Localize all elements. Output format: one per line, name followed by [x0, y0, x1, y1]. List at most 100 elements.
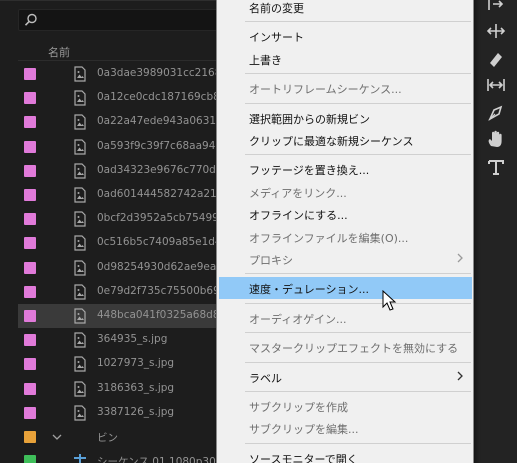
menu-item-label: サブクリップを作成 [249, 401, 348, 414]
menu-item-label: ラベル [249, 371, 282, 385]
label-color-chip[interactable] [24, 92, 36, 105]
hand-icon[interactable] [485, 128, 507, 150]
menu-separator [245, 442, 471, 444]
menu-item[interactable]: オートリフレームシーケンス... [219, 77, 472, 99]
label-color-chip[interactable] [24, 213, 36, 226]
image-file-icon [72, 163, 88, 179]
item-name: 0e79d2f735c75500b69e [97, 284, 227, 297]
menu-item[interactable]: インサート [219, 25, 472, 47]
menu-item[interactable]: 速度・デュレーション... [219, 277, 472, 300]
image-file-icon [72, 380, 88, 397]
menu-item-label: サブクリップを編集... [249, 423, 359, 437]
search-icon [24, 13, 37, 26]
menu-item-label: オートリフレームシーケンス... [249, 83, 402, 97]
label-color-chip[interactable] [24, 382, 36, 395]
menu-item-label: ソースモニターで開く [249, 452, 358, 463]
item-name: 0a593f9c39f7c68aa94b5 [97, 139, 229, 152]
label-color-chip[interactable] [24, 261, 36, 274]
label-color-chip[interactable] [24, 358, 36, 371]
label-color-chip[interactable] [24, 68, 36, 80]
menu-item[interactable]: ラベル [219, 366, 472, 388]
label-color-chip[interactable] [24, 116, 36, 129]
label-color-chip[interactable] [24, 455, 36, 463]
menu-separator [245, 332, 471, 334]
menu-item[interactable]: フッテージを置き換え... [219, 158, 472, 180]
image-file-icon [72, 332, 88, 348]
item-name: 3186363_s.jpg [97, 381, 175, 394]
menu-item[interactable]: オフラインファイルを編集(O)... [219, 226, 472, 248]
slip-icon[interactable] [485, 74, 507, 96]
item-name: 0a3dae3989031cc2168c [97, 67, 228, 79]
label-color-chip[interactable] [24, 406, 36, 419]
menu-item[interactable]: マスタークリップエフェクトを無効にする [219, 336, 472, 358]
item-name: 0a12ce0cdc187169cb88 [97, 91, 227, 104]
image-file-icon [72, 90, 88, 106]
menu-item[interactable]: 上書き [219, 48, 472, 70]
tools-panel [472, 0, 517, 463]
item-name: 0d98254930d62ae9ea18 [97, 260, 230, 273]
menu-item[interactable]: ソースモニターで開く [219, 447, 472, 463]
label-color-chip[interactable] [24, 237, 36, 250]
label-color-chip[interactable] [24, 334, 36, 347]
menu-item[interactable]: オフラインにする... [219, 203, 472, 225]
menu-separator [245, 273, 471, 275]
mouse-cursor-icon [382, 290, 397, 311]
image-file-icon [72, 259, 88, 276]
item-name: 0ad601444582742a2196 [97, 188, 231, 200]
image-file-icon [72, 235, 88, 251]
menu-item-label: オフラインファイルを編集(O)... [249, 231, 409, 245]
menu-item-label: フッテージを置き換え... [249, 164, 370, 178]
menu-item[interactable]: 名前の変更 [219, 0, 472, 18]
menu-separator [245, 361, 471, 363]
menu-item-label: 名前の変更 [249, 2, 304, 15]
label-color-chip[interactable] [24, 140, 36, 153]
name-column-header[interactable]: 名前 [48, 44, 70, 60]
menu-item[interactable]: サブクリップを作成 [219, 395, 472, 417]
menu-item[interactable]: プロキシ [219, 248, 472, 270]
menu-item[interactable]: サブクリップを編集... [219, 417, 472, 439]
item-name: 1027973_s.jpg [97, 357, 175, 370]
image-file-icon [72, 284, 88, 300]
image-file-icon [72, 211, 88, 227]
context-menu: 名前の変更インサート上書きオートリフレームシーケンス... 選択範囲からの新規ビン… [216, 0, 474, 463]
menu-separator [245, 154, 471, 156]
label-color-chip[interactable] [24, 431, 36, 443]
item-name: 0bcf2d3952a5cb754991a [97, 212, 232, 225]
item-name: 0ad34323e9676c770d62 [97, 163, 230, 176]
label-color-chip[interactable] [24, 164, 36, 177]
ripple-edit-icon[interactable] [485, 20, 507, 42]
item-name: 448bca041f0325a68d83 [97, 309, 227, 321]
item-name: 3387126_s.jpg [97, 405, 175, 418]
image-file-icon [72, 187, 88, 203]
menu-item[interactable]: クリップに最適な新規シーケンス [219, 129, 472, 151]
chevron-right-icon [456, 252, 464, 267]
image-file-icon [72, 356, 88, 372]
label-color-chip[interactable] [24, 189, 36, 201]
menu-item-label: メディアをリンク... [249, 186, 347, 200]
menu-item-label: 上書き [249, 53, 282, 67]
menu-separator [245, 73, 471, 75]
label-color-chip[interactable] [24, 285, 36, 298]
image-file-icon [72, 114, 88, 130]
image-file-icon [72, 138, 88, 155]
label-color-chip[interactable] [24, 310, 36, 322]
menu-item[interactable]: オーディオゲイン... [219, 307, 472, 329]
menu-item[interactable]: メディアをリンク... [219, 181, 472, 203]
type-icon[interactable] [485, 156, 507, 178]
image-file-icon [72, 308, 88, 324]
menu-item-label: インサート [249, 31, 304, 45]
menu-item[interactable]: 選択範囲からの新規ビン [219, 107, 472, 129]
razor-icon[interactable] [485, 48, 507, 70]
item-name: 0c516b5c7409a85e1d45 [97, 236, 229, 249]
menu-separator [245, 302, 471, 304]
menu-item-label: オーディオゲイン... [249, 312, 347, 326]
menu-item-label: プロキシ [249, 254, 293, 267]
pen-icon[interactable] [485, 102, 507, 124]
chevron-right-icon [456, 370, 464, 385]
menu-separator [245, 21, 471, 23]
chevron-down-icon[interactable] [51, 431, 63, 446]
search-input[interactable] [18, 9, 238, 31]
image-file-icon [72, 66, 88, 82]
menu-item-label: クリップに最適な新規シーケンス [249, 135, 414, 148]
track-select-forward-icon[interactable] [485, 0, 507, 16]
